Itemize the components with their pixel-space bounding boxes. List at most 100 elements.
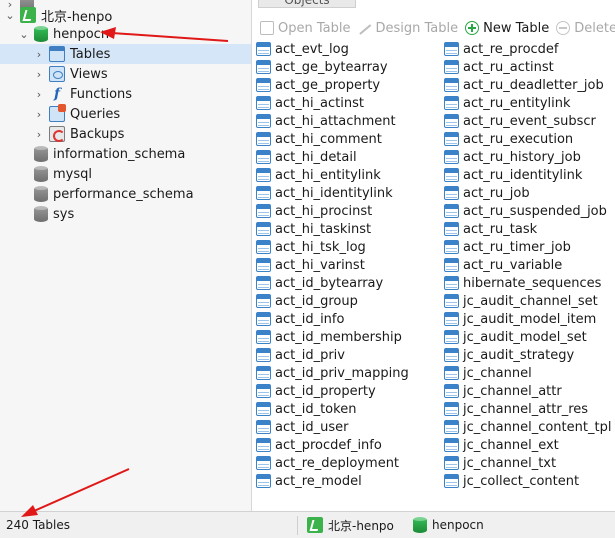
table-item[interactable]: jc_audit_channel_set <box>444 292 598 310</box>
tree-item-functions[interactable]: › f Functions <box>0 84 251 104</box>
table-icon <box>444 276 459 290</box>
table-item[interactable]: act_id_user <box>256 418 348 436</box>
table-item[interactable]: act_ru_variable <box>444 256 562 274</box>
chevron-right-icon[interactable]: › <box>33 48 45 61</box>
table-name: act_id_priv_mapping <box>275 365 409 381</box>
database-label: performance_schema <box>53 186 194 202</box>
database-icon <box>34 146 48 162</box>
table-icon <box>256 438 271 452</box>
table-item[interactable]: act_ru_suspended_job <box>444 202 607 220</box>
table-icon <box>256 366 271 380</box>
chevron-right-icon[interactable]: › <box>33 128 45 141</box>
table-item[interactable]: jc_collect_content <box>444 472 579 490</box>
table-item[interactable]: hibernate_sequences <box>444 274 601 292</box>
table-item[interactable]: act_hi_actinst <box>256 94 364 112</box>
table-item[interactable]: act_id_membership <box>256 328 402 346</box>
table-item[interactable]: act_ru_deadletter_job <box>444 76 604 94</box>
table-name: jc_channel_attr <box>463 383 562 399</box>
table-item[interactable]: jc_channel_txt <box>444 454 556 472</box>
table-item[interactable]: jc_channel_ext <box>444 436 559 454</box>
design-table-label: Design Table <box>375 20 459 36</box>
connection-icon <box>307 517 323 533</box>
tree-item-backups[interactable]: › Backups <box>0 124 251 144</box>
delete-button[interactable]: Delete <box>556 21 615 36</box>
table-item[interactable]: act_id_bytearray <box>256 274 383 292</box>
table-item[interactable]: jc_channel_content_tpl <box>444 418 611 436</box>
table-name: jc_channel_ext <box>463 437 559 453</box>
queries-label: Queries <box>70 106 121 122</box>
tree-database-item[interactable]: sys <box>0 204 251 224</box>
table-item[interactable]: act_hi_entitylink <box>256 166 381 184</box>
design-table-button[interactable]: Design Table <box>357 21 458 36</box>
table-item[interactable]: jc_audit_model_set <box>444 328 587 346</box>
connection-label: 北京-henpo <box>41 9 113 25</box>
tree-database-item[interactable]: performance_schema <box>0 184 251 204</box>
table-item[interactable]: act_ru_job <box>444 184 530 202</box>
table-item[interactable]: act_ru_task <box>444 220 537 238</box>
table-item[interactable]: act_procdef_info <box>256 436 382 454</box>
table-item[interactable]: act_ge_bytearray <box>256 58 388 76</box>
table-item[interactable]: act_ru_execution <box>444 130 573 148</box>
table-name: act_id_membership <box>275 329 402 345</box>
chevron-right-icon[interactable]: › <box>33 108 45 121</box>
connection-icon <box>20 7 36 23</box>
views-icon <box>49 66 65 82</box>
table-name: act_ru_job <box>463 185 530 201</box>
table-item[interactable]: jc_channel_attr <box>444 382 562 400</box>
tree-item-queries[interactable]: › Queries <box>0 104 251 124</box>
table-item[interactable]: act_evt_log <box>256 40 349 58</box>
chevron-right-icon[interactable]: › <box>33 68 45 81</box>
table-item[interactable]: act_id_priv_mapping <box>256 364 409 382</box>
chevron-down-icon[interactable]: ⌄ <box>18 28 30 41</box>
plus-circle-icon <box>465 21 480 35</box>
table-item[interactable]: act_re_procdef <box>444 40 559 58</box>
tree-database-item[interactable]: information_schema <box>0 144 251 164</box>
table-name: jc_collect_content <box>463 473 580 489</box>
tab-objects[interactable]: Objects <box>258 0 356 8</box>
table-item[interactable]: act_id_info <box>256 310 344 328</box>
table-item[interactable]: act_id_group <box>256 292 358 310</box>
tree-connection[interactable]: ⌄ 北京-henpo <box>0 5 251 25</box>
chevron-right-icon[interactable]: › <box>33 88 45 101</box>
function-icon: f <box>53 86 61 102</box>
table-item[interactable]: act_id_token <box>256 400 356 418</box>
table-icon <box>256 60 271 74</box>
table-item[interactable]: jc_channel <box>444 364 532 382</box>
table-icon <box>444 402 459 416</box>
table-item[interactable]: act_ru_timer_job <box>444 238 571 256</box>
chevron-down-icon[interactable]: ⌄ <box>4 9 16 22</box>
table-item[interactable]: act_id_property <box>256 382 376 400</box>
open-table-button[interactable]: Open Table <box>260 21 350 36</box>
table-item[interactable]: act_hi_tsk_log <box>256 238 366 256</box>
table-item[interactable]: act_re_deployment <box>256 454 399 472</box>
tables-icon <box>49 46 65 62</box>
table-item[interactable]: act_ru_history_job <box>444 148 581 166</box>
tree-item-tables[interactable]: › Tables <box>0 44 251 64</box>
table-item[interactable]: jc_audit_model_item <box>444 310 596 328</box>
table-name: act_ru_event_subscr <box>463 113 596 129</box>
table-name: jc_channel <box>463 365 532 381</box>
status-database-label: henpocn <box>432 518 484 532</box>
table-item[interactable]: act_hi_comment <box>256 130 382 148</box>
tree-database-henpocn[interactable]: ⌄ henpocn <box>0 24 251 44</box>
status-connection: 北京-henpo <box>307 517 394 534</box>
table-item[interactable]: act_hi_procinst <box>256 202 372 220</box>
table-item[interactable]: jc_audit_strategy <box>444 346 574 364</box>
table-item[interactable]: act_ru_actinst <box>444 58 554 76</box>
table-item[interactable]: act_re_model <box>256 472 362 490</box>
table-item[interactable]: act_ge_property <box>256 76 380 94</box>
table-item[interactable]: act_hi_varinst <box>256 256 365 274</box>
table-item[interactable]: act_id_priv <box>256 346 345 364</box>
table-icon <box>444 150 459 164</box>
table-item[interactable]: act_ru_identitylink <box>444 166 582 184</box>
tree-database-item[interactable]: mysql <box>0 164 251 184</box>
table-item[interactable]: act_hi_identitylink <box>256 184 393 202</box>
table-item[interactable]: act_hi_taskinst <box>256 220 371 238</box>
table-item[interactable]: act_hi_detail <box>256 148 357 166</box>
table-item[interactable]: jc_channel_attr_res <box>444 400 588 418</box>
table-item[interactable]: act_ru_entitylink <box>444 94 571 112</box>
tree-item-views[interactable]: › Views <box>0 64 251 84</box>
new-table-button[interactable]: New Table <box>465 21 549 36</box>
table-item[interactable]: act_ru_event_subscr <box>444 112 596 130</box>
table-item[interactable]: act_hi_attachment <box>256 112 396 130</box>
